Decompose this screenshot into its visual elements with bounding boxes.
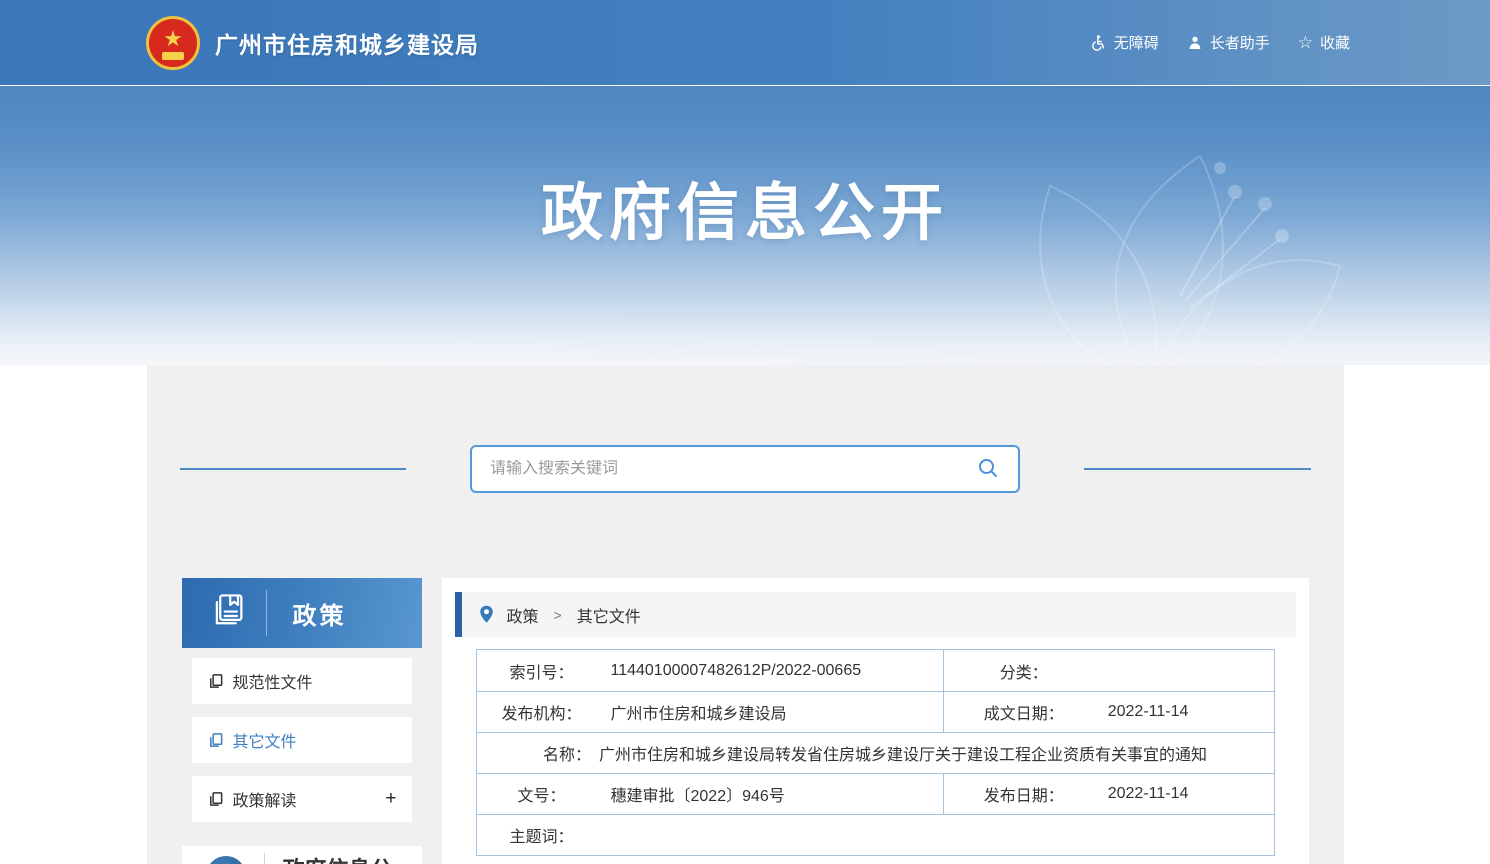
star-icon: ☆ bbox=[1298, 34, 1313, 51]
title-value: 广州市住房和城乡建设局转发省住房城乡建设厅关于建设工程企业资质有关事宜的通知 bbox=[599, 741, 1207, 765]
table-row: 名称： 广州市住房和城乡建设局转发省住房城乡建设厅关于建设工程企业资质有关事宜的… bbox=[477, 732, 1274, 773]
accessibility-link[interactable]: 无障碍 bbox=[1090, 32, 1159, 53]
sidebar-item-other-files[interactable]: 其它文件 bbox=[192, 717, 412, 763]
sidebar-item-policy-interpretation[interactable]: 政策解读 + bbox=[192, 776, 412, 822]
doc-number-label: 文号： bbox=[477, 782, 607, 806]
page-title: 政府信息公开 bbox=[0, 86, 1490, 252]
header-nav: 无障碍 长者助手 ☆ 收藏 bbox=[1090, 32, 1350, 53]
book-icon bbox=[208, 591, 248, 636]
elder-helper-link[interactable]: 长者助手 bbox=[1187, 32, 1270, 53]
content-panel: 政策 > 其它文件 索引号： 11440100007482612P/2022-0… bbox=[442, 578, 1309, 864]
publisher-value: 广州市住房和城乡建设局 bbox=[611, 700, 787, 724]
content-row: 政策 规范性文件 其它文件 bbox=[147, 578, 1344, 864]
title-label: 名称： bbox=[543, 741, 591, 765]
header-divider bbox=[264, 853, 265, 864]
info-circle-icon bbox=[206, 856, 246, 864]
deco-line-left bbox=[180, 468, 407, 470]
document-icon bbox=[207, 673, 224, 690]
favorite-link[interactable]: ☆ 收藏 bbox=[1298, 32, 1350, 53]
wheelchair-icon bbox=[1090, 34, 1107, 51]
table-row: 文号： 穗建审批〔2022〕946号 发布日期： 2022-11-14 bbox=[477, 773, 1274, 814]
page: ★ 广州市住房和城乡建设局 无障碍 bbox=[0, 0, 1490, 864]
emblem-star-icon: ★ bbox=[163, 28, 183, 50]
category-label: 分类： bbox=[944, 659, 1104, 683]
brand-home-link[interactable]: ★ 广州市住房和城乡建设局 bbox=[146, 16, 479, 70]
document-info-table: 索引号： 11440100007482612P/2022-00665 分类： 发… bbox=[476, 649, 1275, 856]
doc-number-cell: 文号： 穗建审批〔2022〕946号 bbox=[477, 774, 943, 814]
document-icon bbox=[207, 732, 224, 749]
sidebar-info-header[interactable]: 政府信息公开 bbox=[182, 846, 422, 864]
publisher-label: 发布机构： bbox=[477, 700, 607, 724]
table-row: 发布机构： 广州市住房和城乡建设局 成文日期： 2022-11-14 bbox=[477, 691, 1274, 732]
deco-line-right bbox=[1084, 468, 1311, 470]
search-input[interactable] bbox=[490, 460, 972, 478]
index-number-label: 索引号： bbox=[477, 659, 607, 683]
publisher-cell: 发布机构： 广州市住房和城乡建设局 bbox=[477, 692, 943, 732]
breadcrumb: 政策 > 其它文件 bbox=[455, 592, 1296, 637]
index-number-value: 11440100007482612P/2022-00665 bbox=[611, 662, 862, 680]
sidebar-item-label: 规范性文件 bbox=[233, 669, 313, 693]
sidebar-items: 规范性文件 其它文件 政策解读 + bbox=[182, 648, 422, 832]
person-icon bbox=[1187, 35, 1203, 51]
doc-number-value: 穗建审批〔2022〕946号 bbox=[611, 782, 785, 806]
breadcrumb-accent-bar bbox=[455, 592, 462, 637]
publish-date-cell: 发布日期： 2022-11-14 bbox=[943, 774, 1274, 814]
search-icon bbox=[976, 456, 1000, 483]
sidebar-item-label: 其它文件 bbox=[233, 728, 297, 752]
keywords-cell: 主题词： bbox=[477, 815, 1274, 855]
main-container: 政策 规范性文件 其它文件 bbox=[147, 365, 1344, 864]
expand-plus-icon[interactable]: + bbox=[385, 788, 396, 810]
breadcrumb-current[interactable]: 其它文件 bbox=[577, 603, 641, 627]
location-pin-icon bbox=[479, 605, 494, 624]
sidebar-info-title: 政府信息公开 bbox=[283, 853, 393, 864]
written-date-value: 2022-11-14 bbox=[1108, 703, 1189, 721]
search-section bbox=[147, 365, 1344, 493]
sidebar-item-label: 政策解读 bbox=[233, 787, 297, 811]
elder-helper-label: 长者助手 bbox=[1210, 32, 1270, 53]
breadcrumb-root[interactable]: 政策 bbox=[507, 603, 539, 627]
table-row: 索引号： 11440100007482612P/2022-00665 分类： bbox=[477, 650, 1274, 691]
header-divider bbox=[266, 590, 267, 636]
search-button[interactable] bbox=[972, 452, 1004, 487]
keywords-label: 主题词： bbox=[477, 823, 607, 847]
national-emblem-logo: ★ bbox=[146, 16, 200, 70]
index-number-cell: 索引号： 11440100007482612P/2022-00665 bbox=[477, 650, 943, 691]
sidebar-item-regulatory-files[interactable]: 规范性文件 bbox=[192, 658, 412, 704]
document-icon bbox=[207, 791, 224, 808]
site-title: 广州市住房和城乡建设局 bbox=[215, 26, 479, 60]
site-header: ★ 广州市住房和城乡建设局 无障碍 bbox=[0, 0, 1490, 85]
table-row: 主题词： bbox=[477, 814, 1274, 855]
banner: 政府信息公开 bbox=[0, 85, 1490, 365]
search-box bbox=[470, 445, 1020, 493]
category-cell: 分类： bbox=[943, 650, 1274, 691]
sidebar: 政策 规范性文件 其它文件 bbox=[182, 578, 422, 864]
written-date-label: 成文日期： bbox=[944, 700, 1104, 724]
sidebar-policy-title: 政策 bbox=[293, 596, 347, 631]
publish-date-label: 发布日期： bbox=[944, 782, 1104, 806]
breadcrumb-separator: > bbox=[554, 607, 562, 623]
publish-date-value: 2022-11-14 bbox=[1108, 785, 1189, 803]
sidebar-policy-header: 政策 bbox=[182, 578, 422, 648]
accessibility-label: 无障碍 bbox=[1114, 32, 1159, 53]
favorite-label: 收藏 bbox=[1320, 32, 1350, 53]
written-date-cell: 成文日期： 2022-11-14 bbox=[943, 692, 1274, 732]
title-cell: 名称： 广州市住房和城乡建设局转发省住房城乡建设厅关于建设工程企业资质有关事宜的… bbox=[477, 733, 1274, 773]
